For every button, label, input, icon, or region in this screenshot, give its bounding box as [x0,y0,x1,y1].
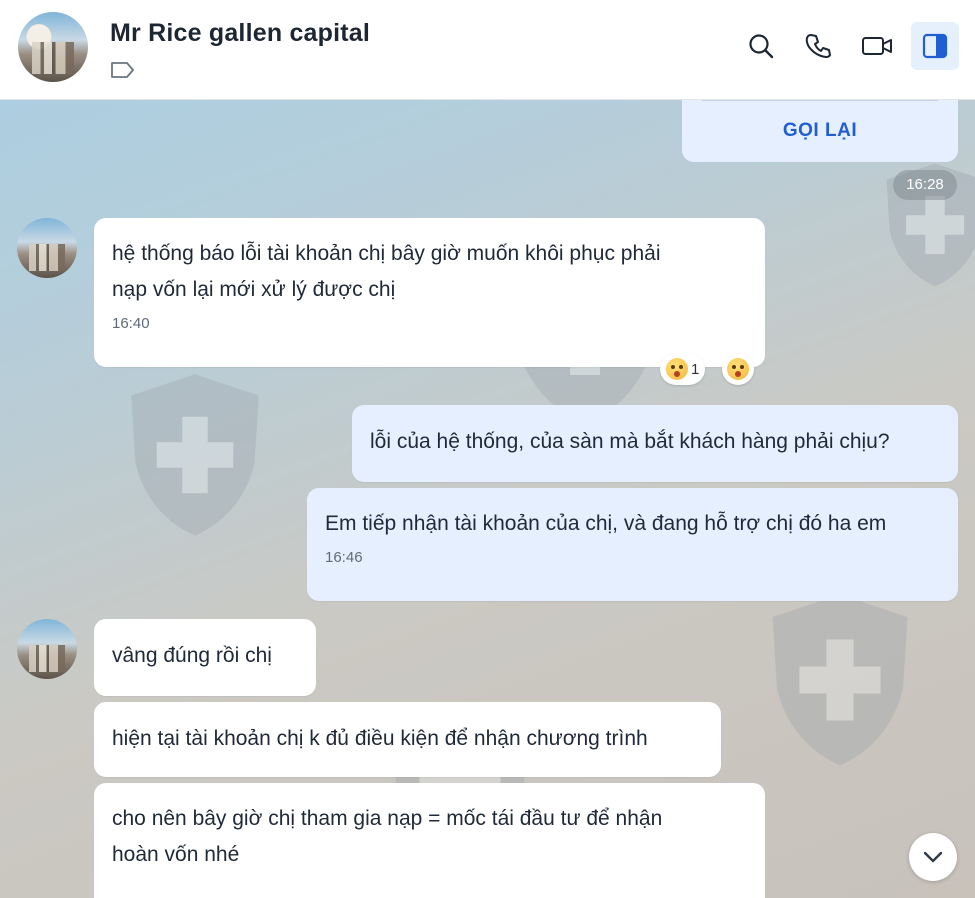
contact-name[interactable]: Mr Rice gallen capital [110,19,370,48]
message-text: hoàn vốn nhé [112,843,240,866]
tag-icon[interactable] [110,60,136,80]
message-text: hiện tại tài khoản chị k đủ điều kiện để… [112,727,648,750]
message-text: vâng đúng rồi chị [112,644,272,667]
contact-avatar[interactable] [18,12,88,82]
message-time: 16:40 [112,315,150,332]
video-camera-icon [862,37,892,55]
shield-watermark-icon [772,594,908,766]
call-back-button[interactable]: GỌI LẠI [783,120,857,142]
phone-icon [805,34,831,58]
message-text: nạp vốn lại mới xử lý được chị [112,278,396,301]
voice-call-button[interactable] [795,22,843,70]
divider [702,100,938,101]
message-bubble[interactable]: lỗi của hệ thống, của sàn mà bắt khách h… [352,405,958,482]
side-panel-icon [922,33,948,59]
message-bubble[interactable]: hiện tại tài khoản chị k đủ điều kiện để… [94,702,721,777]
time-divider: 16:28 [893,170,957,200]
video-call-button[interactable] [853,22,901,70]
header-actions [737,22,959,70]
reaction-badge[interactable]: 1 [660,353,706,385]
shield-watermark-icon [131,374,259,536]
message-bubble[interactable]: hệ thống báo lỗi tài khoản chị bây giờ m… [94,218,765,367]
reaction-count: 1 [691,360,700,378]
sender-avatar[interactable] [17,218,77,278]
surprised-emoji-icon [727,358,749,380]
message-text: hệ thống báo lỗi tài khoản chị bây giờ m… [112,242,661,265]
message-text: lỗi của hệ thống, của sàn mà bắt khách h… [370,430,890,453]
scroll-to-bottom-button[interactable] [909,833,957,881]
toggle-side-panel-button[interactable] [911,22,959,70]
search-icon [749,34,774,59]
message-text: Em tiếp nhận tài khoản của chị, và đang … [325,512,887,535]
message-text: cho nên bây giờ chị tham gia nạp = mốc t… [112,807,663,830]
call-back-card: GỌI LẠI [682,100,958,162]
chevron-down-icon [923,851,943,863]
surprised-emoji-icon [666,358,688,380]
message-bubble[interactable]: vâng đúng rồi chị [94,619,316,696]
message-time: 16:46 [325,549,363,566]
chat-header: Mr Rice gallen capital [0,0,975,100]
add-reaction-button[interactable] [722,353,754,385]
message-bubble[interactable]: cho nên bây giờ chị tham gia nạp = mốc t… [94,783,765,898]
sender-avatar[interactable] [17,619,77,679]
message-bubble[interactable]: Em tiếp nhận tài khoản của chị, và đang … [307,488,958,601]
search-button[interactable] [737,22,785,70]
